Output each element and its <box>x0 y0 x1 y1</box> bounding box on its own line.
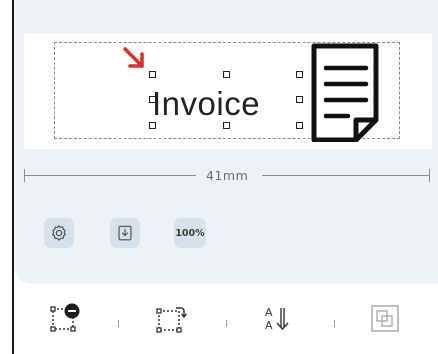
document-icon[interactable] <box>310 42 382 142</box>
save-button[interactable] <box>110 218 140 248</box>
label-text-element[interactable]: Invoice <box>152 86 260 122</box>
label-preview[interactable]: Invoice <box>24 34 432 149</box>
arrow-indicator-icon <box>123 47 144 68</box>
settings-button[interactable] <box>44 218 74 248</box>
zoom-level: 100% <box>175 227 205 239</box>
zoom-button[interactable]: 100% <box>174 218 206 248</box>
layer-icon[interactable] <box>370 303 402 333</box>
dimension-label: 41mm <box>206 168 249 183</box>
selection-handle-middle-right[interactable] <box>296 96 303 103</box>
toolbar-separator <box>118 320 119 327</box>
dimension-line-left <box>24 175 196 176</box>
selection-handle-bottom-left[interactable] <box>149 122 156 129</box>
selection-handle-bottom-middle[interactable] <box>223 122 230 129</box>
remove-element-icon[interactable] <box>50 303 82 333</box>
toolbar-separator <box>334 320 335 327</box>
save-download-icon <box>118 225 132 241</box>
dimension-end-tick <box>429 169 430 182</box>
selection-handle-bottom-right[interactable] <box>296 122 303 129</box>
toolbar-separator <box>226 320 227 327</box>
svg-text:A: A <box>265 319 273 332</box>
svg-text:A: A <box>265 306 273 319</box>
gear-icon <box>52 225 66 241</box>
width-dimension: 41mm <box>24 165 430 185</box>
selection-handle-top-middle[interactable] <box>223 71 230 78</box>
selection-handle-top-right[interactable] <box>296 71 303 78</box>
selection-handle-top-left[interactable] <box>149 71 156 78</box>
rotate-icon[interactable] <box>156 303 188 333</box>
sort-text-az-icon[interactable]: A A <box>262 303 294 333</box>
dimension-line-right <box>262 175 430 176</box>
